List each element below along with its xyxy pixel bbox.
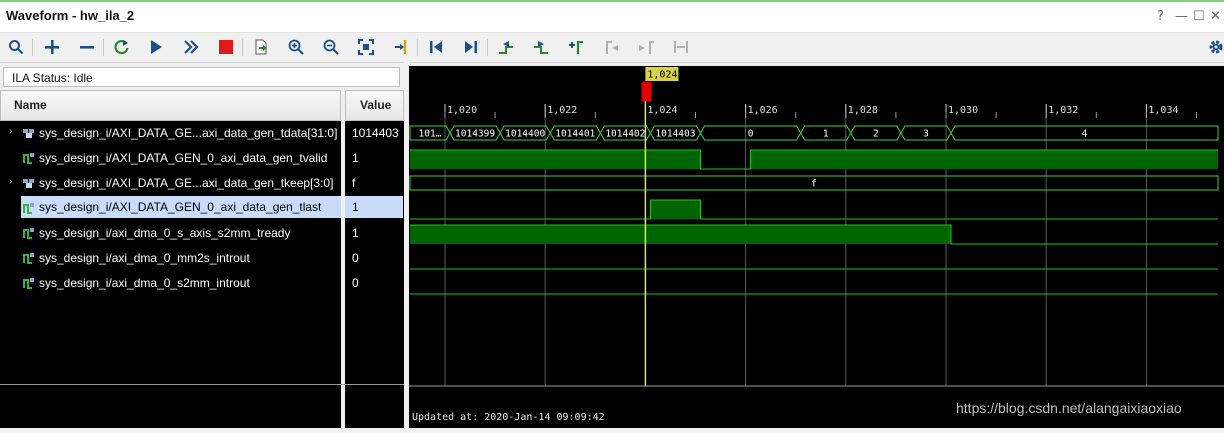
bit-signal-icon (23, 253, 34, 264)
ruler-tick-label: 1,032 (1048, 105, 1078, 116)
toolbar-separator (242, 39, 243, 56)
waveform-canvas[interactable]: 1,020 1,022 1,024 1,026 1,028 1,030 1,032 1,034… (409, 66, 1224, 428)
bit-signal-icon (23, 278, 34, 289)
tdata-value-label: 1014400 (505, 129, 545, 140)
ruler-tick-label: 1,022 (547, 105, 577, 116)
tdata-value-label: 0 (748, 129, 754, 140)
add-icon[interactable] (40, 35, 64, 59)
signal-value: 0 (352, 251, 359, 265)
stop-icon[interactable] (214, 35, 238, 59)
expand-chevron-icon[interactable]: › (9, 126, 12, 137)
signal-value: f (352, 176, 356, 190)
watermark-text: https://blog.csdn.net/alangaixiaoxiao (956, 400, 1182, 416)
tlast-trace (410, 199, 1218, 220)
bit-signal-icon (23, 153, 34, 164)
settings-icon[interactable] (1204, 35, 1224, 59)
waveform-viewer[interactable]: 1,020 1,022 1,024 1,026 1,028 1,030 1,032 1,034… (409, 66, 1224, 428)
run-trigger-icon[interactable] (144, 35, 168, 59)
bit-signal-icon (23, 203, 34, 214)
bus-signal-icon (23, 129, 34, 138)
tdata-value-label: 1014403 (655, 129, 695, 140)
signal-value: 0 (352, 276, 359, 290)
name-column-header[interactable]: Name (0, 90, 341, 121)
tready-high-fill (410, 225, 952, 244)
trigger-marker[interactable] (641, 82, 652, 101)
next-marker-icon[interactable] (634, 35, 658, 59)
toolbar-separator (487, 39, 488, 56)
tdata-value-label: 1014399 (455, 129, 495, 140)
zoom-in-icon[interactable] (284, 35, 308, 59)
go-to-start-icon[interactable] (424, 35, 448, 59)
toolbar-separator (32, 39, 33, 56)
tkeep-value-label: f (811, 179, 817, 190)
ruler-tick-label: 1,020 (447, 105, 477, 116)
help-icon[interactable]: ? (1157, 9, 1164, 24)
list-bottom-divider (0, 384, 404, 385)
signal-name: sys_design_i/axi_dma_0_mm2s_introut (39, 251, 250, 265)
tvalid-high-fill (410, 150, 701, 169)
ruler-tick-label: 1,028 (848, 105, 878, 116)
signal-value: 1 (352, 151, 359, 165)
tlast-high-fill (650, 200, 701, 219)
maximize-icon[interactable]: ☐ (1193, 9, 1205, 24)
signal-value: 1 (345, 196, 403, 218)
remove-icon[interactable] (75, 35, 99, 59)
tvalid-high-fill (750, 150, 1218, 169)
close-icon[interactable]: ✕ (1210, 9, 1221, 24)
updated-timestamp: Updated at: 2020-Jan-14 09:09:42 (412, 412, 605, 423)
waveform-toolbar (0, 33, 1224, 63)
tdata-value-label: 4 (1082, 129, 1088, 140)
tdata-value-label: 1 (823, 129, 829, 140)
signal-name: sys_design_i/axi_dma_0_s2mm_introut (39, 276, 250, 290)
cursor-time-label: 1,024 (647, 70, 677, 81)
go-to-cursor-icon[interactable] (389, 35, 413, 59)
title-bar: Waveform - hw_ila_2 ? — ☐ ✕ (0, 2, 1224, 33)
ruler-tick-label: 1,024 (647, 105, 677, 116)
swap-cursor-icon[interactable] (669, 35, 693, 59)
signal-value: 1014403 (352, 126, 399, 140)
add-marker-icon[interactable] (564, 35, 588, 59)
toolbar-separator (103, 39, 104, 56)
signal-name: sys_design_i/AXI_DATA_GE...axi_data_gen_… (39, 176, 334, 190)
previous-transition-icon[interactable] (494, 35, 518, 59)
toolbar-separator (417, 39, 418, 56)
tdata-value-label: 3 (923, 129, 929, 140)
refresh-icon[interactable] (110, 35, 134, 59)
tdata-value-label: 2 (873, 129, 879, 140)
window-title: Waveform - hw_ila_2 (6, 8, 135, 23)
search-icon[interactable] (4, 35, 28, 59)
next-transition-icon[interactable] (529, 35, 553, 59)
run-immediate-icon[interactable] (179, 35, 203, 59)
tdata-value-label: 1014402 (605, 129, 645, 140)
bus-signal-icon (23, 179, 34, 188)
tdata-value-label: 1014401 (555, 129, 595, 140)
bit-signal-icon (23, 228, 34, 239)
ruler-tick-label: 1,030 (948, 105, 978, 116)
signal-value: 1 (352, 226, 359, 240)
export-icon[interactable] (249, 35, 273, 59)
expand-chevron-icon[interactable]: › (9, 176, 12, 187)
tdata-value-label: 101… (419, 129, 442, 140)
signal-name: sys_design_i/AXI_DATA_GE...axi_data_gen_… (39, 126, 338, 140)
value-column-header[interactable]: Value (345, 90, 404, 121)
zoom-fit-icon[interactable] (354, 35, 378, 59)
column-splitter[interactable] (341, 121, 345, 428)
ruler-tick-label: 1,026 (748, 105, 778, 116)
signal-name: sys_design_i/AXI_DATA_GEN_0_axi_data_gen… (39, 151, 328, 165)
ruler-tick-label: 1,034 (1148, 105, 1178, 116)
signal-name: sys_design_i/axi_dma_0_s_axis_s2mm_tread… (39, 226, 291, 240)
minimize-icon[interactable]: — (1175, 9, 1188, 24)
zoom-out-icon[interactable] (319, 35, 343, 59)
signal-name: sys_design_i/AXI_DATA_GEN_0_axi_data_gen… (21, 196, 341, 218)
previous-marker-icon[interactable] (599, 35, 623, 59)
go-to-end-icon[interactable] (459, 35, 483, 59)
ila-status: ILA Status: Idle (3, 67, 400, 87)
